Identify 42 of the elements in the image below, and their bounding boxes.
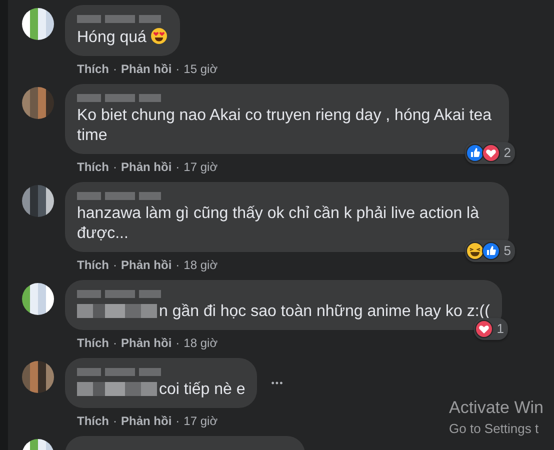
timestamp: 18 giờ	[184, 258, 218, 272]
separator-dot: ·	[113, 258, 117, 272]
timestamp: 17 giờ	[184, 160, 218, 174]
separator-dot: ·	[113, 160, 117, 174]
like-link[interactable]: Thích	[77, 414, 109, 428]
separator-dot: ·	[176, 336, 180, 350]
reaction-badge[interactable]: 2	[464, 142, 515, 164]
separator-dot: ·	[176, 414, 180, 428]
like-link[interactable]: Thích	[77, 258, 109, 272]
separator-dot: ·	[113, 414, 117, 428]
activation-title: Activate Win	[449, 398, 544, 418]
activation-subtitle: Go to Settings t	[449, 421, 540, 436]
timestamp: 17 giờ	[184, 414, 218, 428]
separator-dot: ·	[113, 336, 117, 350]
reply-link[interactable]: Phản hồi	[121, 160, 172, 174]
separator-dot: ·	[113, 62, 117, 76]
comment-text: Ko biet chung nao Akai co truyen rieng day , hóng Akai tea time	[77, 107, 492, 144]
separator-dot: ·	[176, 62, 180, 76]
thumbs-up-icon	[482, 242, 500, 260]
avatar[interactable]	[22, 8, 54, 40]
reply-link[interactable]: Phản hồi	[121, 414, 172, 428]
laughing-face-icon	[466, 242, 484, 260]
comment-text: hanzawa làm gì cũng thấy ok chỉ cần k phải live action là được...	[77, 205, 480, 242]
timestamp: 15 giờ	[184, 62, 218, 76]
reaction-badge[interactable]: 5	[464, 240, 515, 262]
like-link[interactable]: Thích	[77, 336, 109, 350]
heart-eyes-emoji-icon	[150, 27, 168, 45]
more-options-button[interactable]: •••	[271, 378, 284, 388]
avatar[interactable]	[22, 283, 54, 315]
thumbs-up-icon	[466, 144, 484, 162]
avatar[interactable]	[22, 185, 54, 217]
comment-text: Hóng quá	[77, 29, 146, 46]
timestamp: 18 giờ	[184, 336, 218, 350]
separator-dot: ·	[176, 160, 180, 174]
reply-link[interactable]: Phản hồi	[121, 258, 172, 272]
reply-link[interactable]: Phản hồi	[121, 62, 172, 76]
like-link[interactable]: Thích	[77, 62, 109, 76]
reply-link[interactable]: Phản hồi	[121, 336, 172, 350]
like-link[interactable]: Thích	[77, 160, 109, 174]
separator-dot: ·	[176, 258, 180, 272]
reaction-badge[interactable]: 1	[474, 318, 508, 340]
comment-text: coi tiếp nè e	[159, 381, 246, 398]
